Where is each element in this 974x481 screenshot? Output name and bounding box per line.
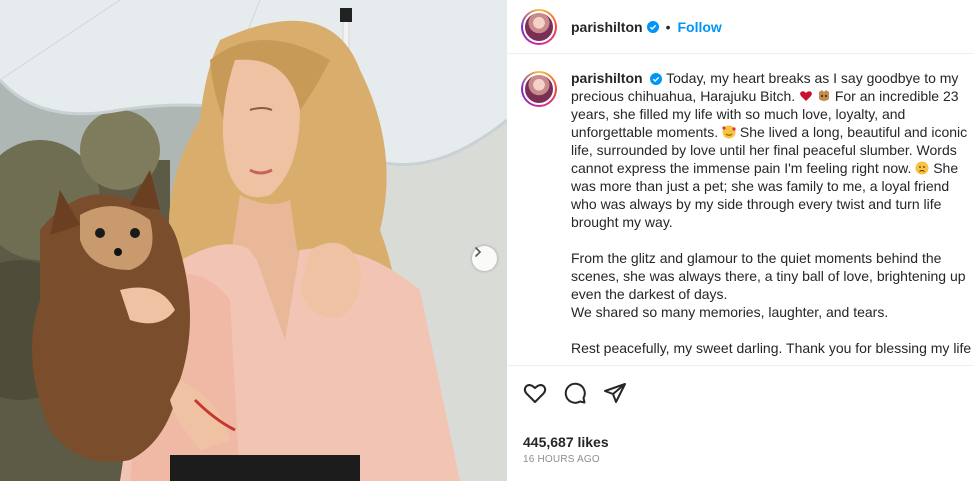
caption-line: parishilton Today, my heart breaks as I …	[571, 69, 971, 87]
post-timestamp[interactable]: 16 HOURS AGO	[523, 454, 974, 465]
caption-line: life, surrounded by love until her final…	[571, 142, 957, 158]
scrollbar[interactable]	[968, 0, 974, 481]
caption-line-text: For an incredible 23	[834, 88, 959, 104]
caption-area: parishilton Today, my heart breaks as I …	[507, 55, 974, 365]
next-photo-button[interactable]	[472, 246, 497, 271]
share-button[interactable]	[603, 381, 627, 405]
likes-count[interactable]: 445,687 likes	[523, 434, 974, 450]
caption-line: precious chihuahua, Harajuku Bitch. For …	[571, 87, 971, 105]
post-actions: 445,687 likes 16 HOURS AGO	[507, 365, 974, 481]
like-button[interactable]	[523, 381, 547, 405]
chevron-right-icon	[475, 247, 482, 257]
caption-line: years, she filled my life with so much l…	[571, 106, 906, 122]
hearts-face-emoji-icon	[722, 125, 736, 139]
caption-line-text: cannot express the immense pain I'm feel…	[571, 160, 912, 176]
verified-badge-icon	[650, 73, 663, 86]
avatar[interactable]	[521, 8, 557, 45]
heart-emoji-icon	[800, 91, 812, 101]
caption-line: scenes, she was always there, a tiny bal…	[571, 268, 966, 284]
photo-illustration	[0, 0, 507, 481]
post-header: parishilton • Follow	[507, 0, 974, 54]
follow-button[interactable]: Follow	[677, 19, 721, 35]
caption-line-text: unforgettable moments.	[571, 124, 719, 140]
caption-username[interactable]: parishilton	[571, 70, 643, 86]
post-side-panel: parishilton • Follow parishilton Today, …	[507, 0, 974, 481]
caption-line: cannot express the immense pain I'm feel…	[571, 159, 971, 177]
caption-line: From the glitz and glamour to the quiet …	[571, 250, 942, 266]
share-icon	[604, 383, 626, 403]
caption-avatar[interactable]	[521, 71, 557, 107]
comment-icon	[564, 382, 586, 404]
separator-dot: •	[665, 18, 671, 35]
action-icons	[523, 380, 974, 406]
caption-line-text: Today, my heart breaks as I say goodbye …	[666, 70, 959, 86]
caption-line: was more than just a pet; she was family…	[571, 178, 950, 194]
caption-line-text: precious chihuahua, Harajuku Bitch.	[571, 88, 796, 104]
caption-line-text: She	[933, 160, 959, 176]
caption-line: who was always by my side through every …	[571, 196, 942, 212]
caption-line: brought my way.	[571, 214, 673, 230]
verified-badge-icon	[646, 20, 659, 33]
comment-button[interactable]	[563, 381, 587, 405]
heart-icon	[523, 384, 547, 403]
sad-face-emoji-icon	[915, 161, 929, 175]
caption-line: even the darkest of days.	[571, 286, 728, 302]
caption-line: We shared so many memories, laughter, an…	[571, 304, 889, 320]
header-username[interactable]: parishilton	[571, 19, 643, 35]
caption-line: unforgettable moments. She lived a long,…	[571, 123, 971, 141]
caption-line-text: She lived a long, beautiful and iconic	[739, 124, 968, 140]
caption-line: Rest peacefully, my sweet darling. Thank…	[571, 340, 972, 356]
post-photo[interactable]	[0, 0, 507, 481]
caption-text: parishilton Today, my heart breaks as I …	[571, 69, 971, 365]
dog-emoji-icon	[818, 90, 829, 101]
